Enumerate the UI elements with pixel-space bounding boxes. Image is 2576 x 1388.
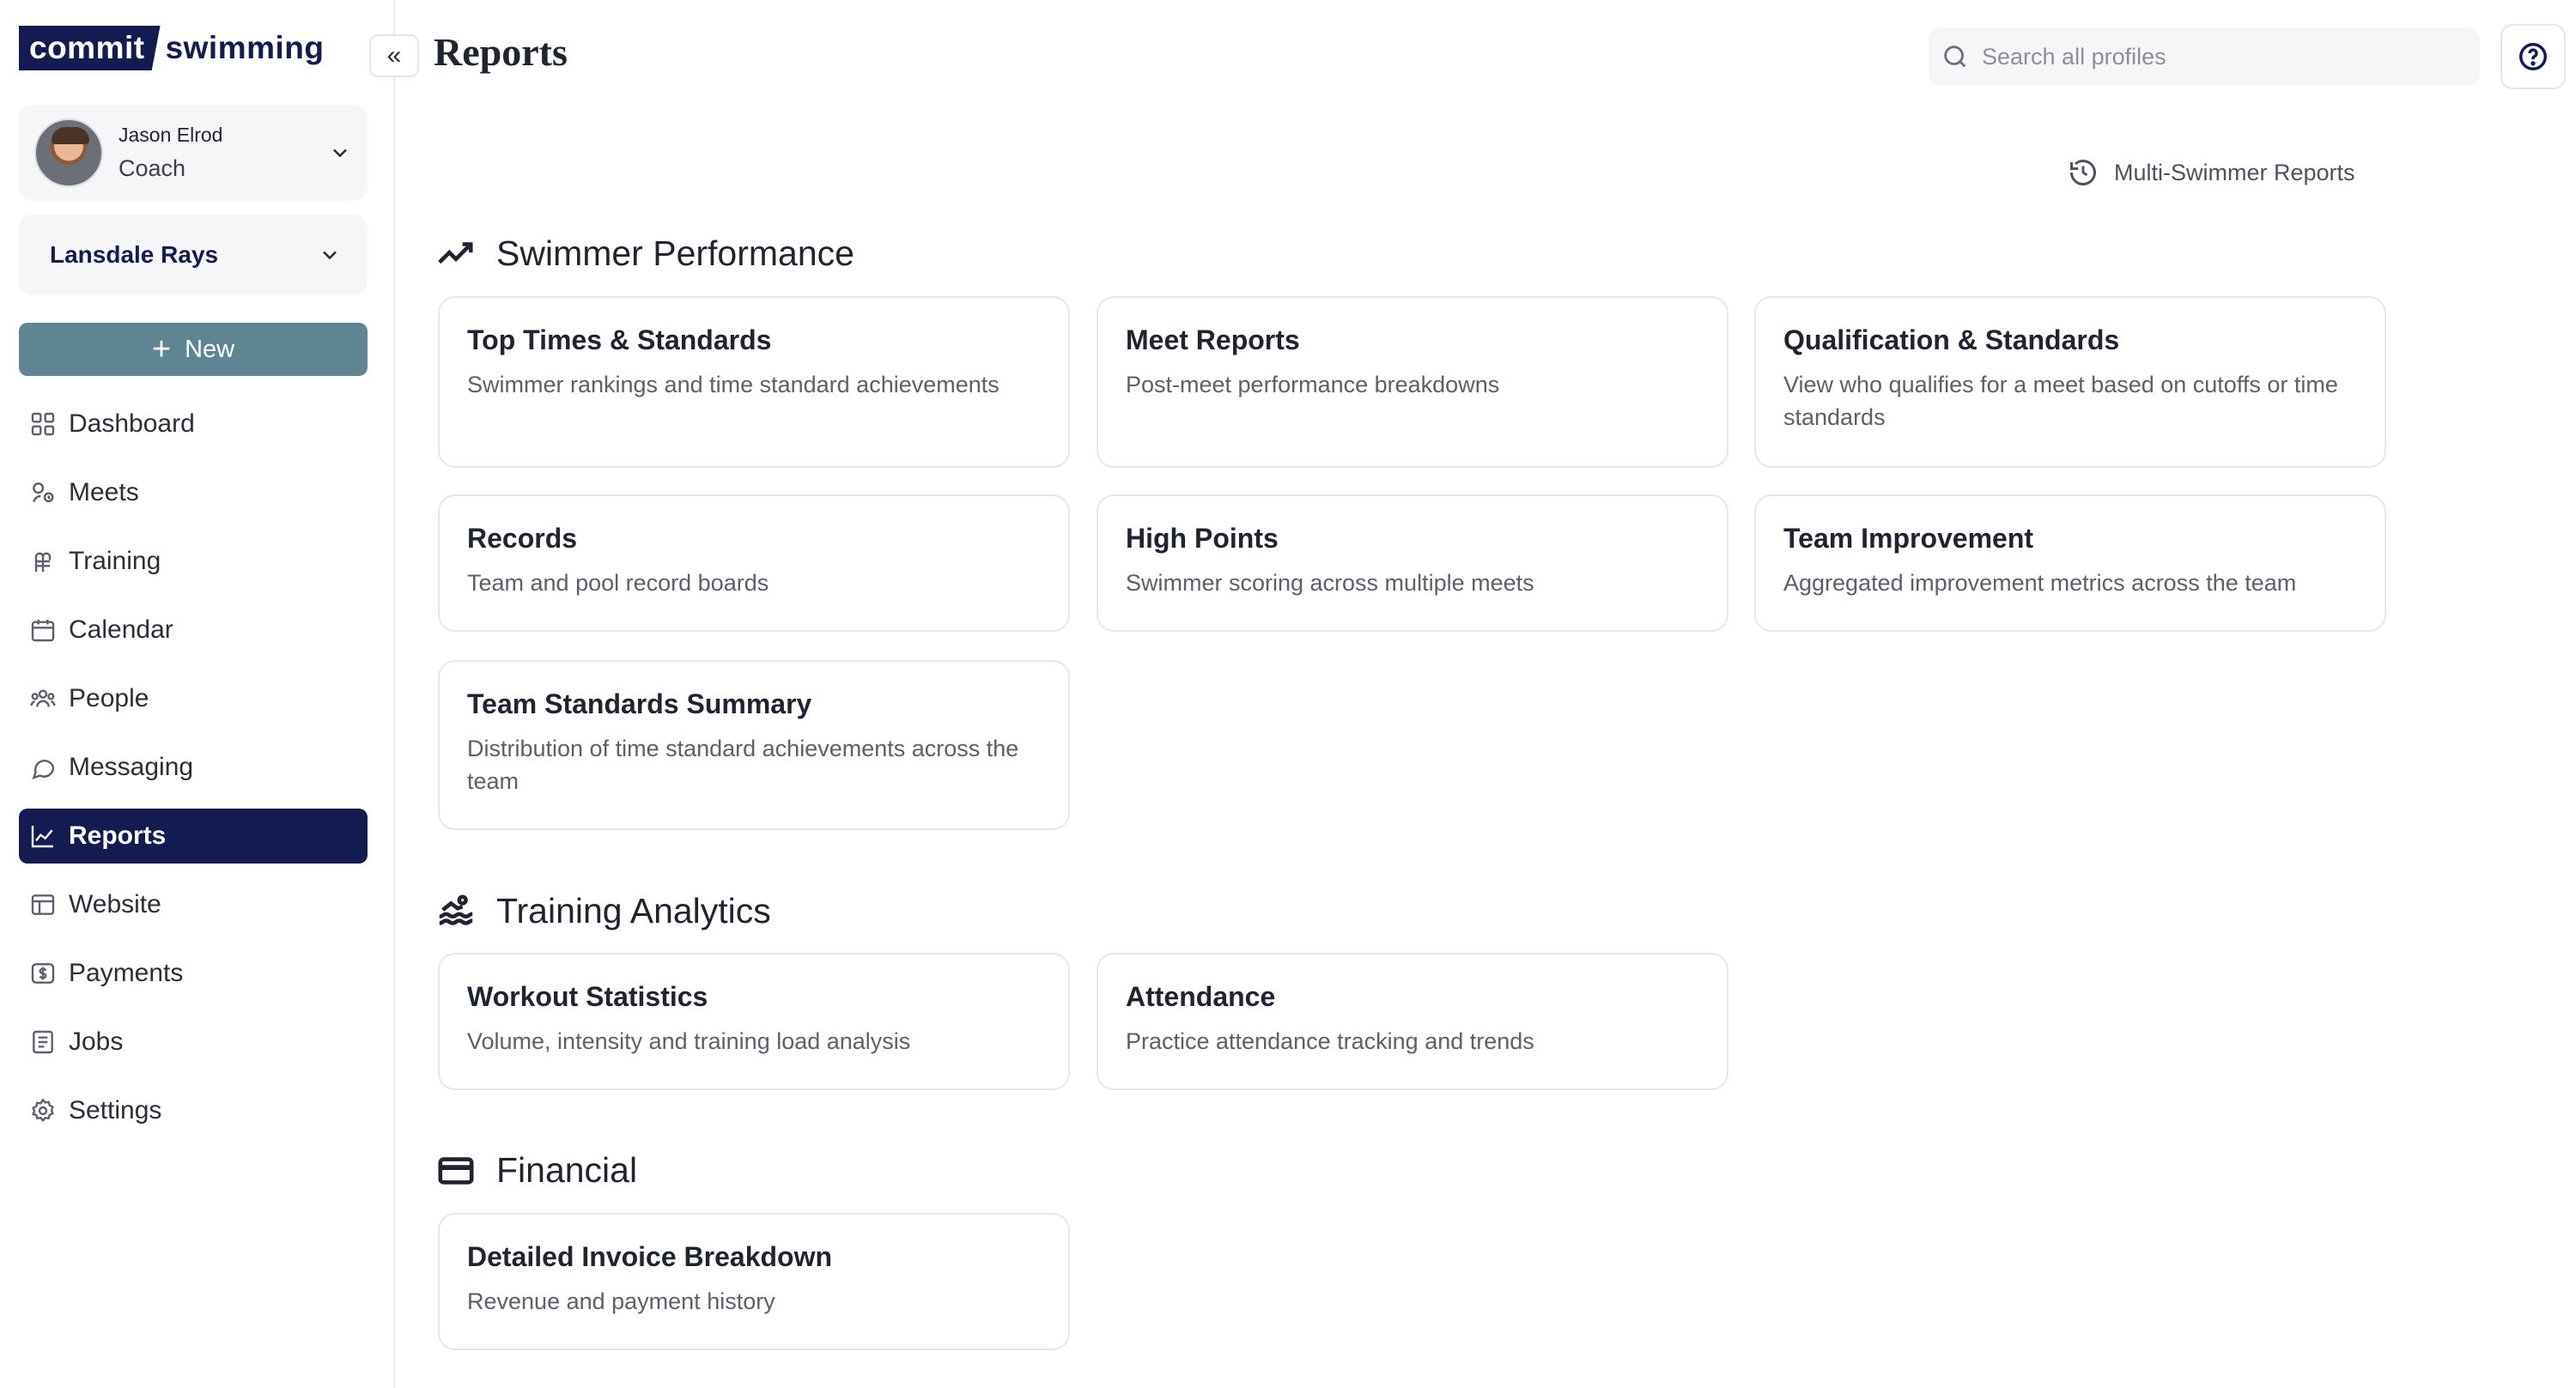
section-training-analytics: Training Analytics (436, 891, 771, 931)
section-title: Financial (496, 1150, 638, 1190)
sidebar-item-people[interactable]: People (19, 671, 368, 726)
card-description: Revenue and payment history (467, 1288, 775, 1314)
report-card-qualification[interactable]: Qualification & Standards View who quali… (1754, 296, 2386, 468)
search-input[interactable] (1982, 43, 2463, 70)
gear-icon (32, 1098, 54, 1123)
multi-swimmer-reports-link[interactable]: Multi-Swimmer Reports (2068, 157, 2355, 188)
card-title: Team Improvement (1783, 523, 2034, 554)
double-chevron-left-icon: « (386, 41, 402, 70)
chevron-down-icon (333, 148, 347, 158)
logo-wordmark: swimming (165, 30, 325, 65)
report-card-team-standards-summary[interactable]: Team Standards Summary Distribution of t… (438, 660, 1070, 830)
section-swimmer-performance: Swimmer Performance (436, 233, 854, 274)
sidebar-item-messaging[interactable]: Messaging (19, 740, 368, 795)
report-card-records[interactable]: Records Team and pool record boards (438, 494, 1070, 632)
report-card-invoice-breakdown[interactable]: Detailed Invoice Breakdown Revenue and p… (438, 1213, 1070, 1350)
swimmer-icon (439, 894, 473, 925)
sidebar: commit swimming Jason Elrod Coach Lansda… (0, 0, 395, 1388)
card-title: Qualification & Standards (1783, 324, 2120, 355)
sidebar-item-jobs[interactable]: Jobs (19, 1015, 368, 1070)
commit-swimming-logo[interactable]: commit swimming (19, 26, 325, 70)
card-title: Detailed Invoice Breakdown (467, 1241, 833, 1272)
report-card-meet-reports[interactable]: Meet Reports Post-meet performance break… (1097, 296, 1728, 468)
history-icon (2070, 160, 2096, 186)
user-role: Coach (118, 155, 186, 181)
card-title: High Points (1126, 523, 1279, 554)
report-card-high-points[interactable]: High Points Swimmer scoring across multi… (1097, 494, 1728, 632)
sidebar-item-payments[interactable]: Payments (19, 946, 368, 1001)
sidebar-item-label: People (69, 684, 149, 712)
meets-icon (33, 482, 54, 503)
card-description: Volume, intensity and training load anal… (467, 1028, 911, 1054)
sidebar-item-label: Jobs (69, 1027, 124, 1056)
trending-up-icon (438, 241, 473, 264)
sidebar-item-label: Messaging (69, 753, 194, 781)
card-description: Aggregated improvement metrics across th… (1783, 570, 2297, 596)
logo-mark: commit (19, 26, 161, 70)
people-icon (30, 689, 56, 707)
training-icon (34, 552, 52, 572)
card-description: Practice attendance tracking and trends (1126, 1028, 1534, 1054)
chart-icon (31, 826, 53, 848)
sidebar-item-reports[interactable]: Reports (19, 809, 368, 864)
sidebar-item-label: Meets (69, 478, 139, 506)
sidebar-item-meets[interactable]: Meets (19, 465, 368, 520)
sidebar-item-label: Payments (69, 959, 184, 987)
chevron-down-icon (323, 251, 337, 260)
card-description: Swimmer rankings and time standard achie… (467, 372, 999, 397)
sidebar-item-label: Reports (69, 821, 167, 850)
page-title: Reports (434, 30, 568, 74)
report-card-attendance[interactable]: Attendance Practice attendance tracking … (1097, 953, 1728, 1090)
card-title: Attendance (1126, 981, 1276, 1012)
sidebar-nav: Dashboard Meets Training Calendar People… (19, 397, 368, 1152)
card-description: Post-meet performance breakdowns (1126, 372, 1500, 397)
card-title: Records (467, 523, 578, 554)
document-icon (33, 1030, 53, 1054)
report-card-top-times[interactable]: Top Times & Standards Swimmer rankings a… (438, 296, 1070, 468)
sidebar-item-label: Website (69, 890, 161, 918)
search-icon (1944, 45, 1966, 68)
sidebar-item-settings[interactable]: Settings (19, 1083, 368, 1138)
avatar (34, 118, 103, 187)
website-icon (31, 894, 55, 915)
card-title: Meet Reports (1126, 324, 1300, 355)
sidebar-item-training[interactable]: Training (19, 534, 368, 589)
team-name: Lansdale Rays (50, 241, 219, 268)
report-card-workout-statistics[interactable]: Workout Statistics Volume, intensity and… (438, 953, 1070, 1090)
section-financial: Financial (436, 1150, 637, 1191)
dollar-icon (31, 963, 55, 984)
search-bar[interactable] (1929, 27, 2480, 86)
sidebar-item-label: Calendar (69, 615, 173, 644)
user-name: Jason Elrod (118, 124, 223, 146)
card-title: Workout Statistics (467, 981, 708, 1012)
section-title: Training Analytics (496, 891, 771, 930)
new-button-label: New (185, 335, 235, 363)
help-icon (2519, 43, 2547, 70)
sidebar-item-calendar[interactable]: Calendar (19, 603, 368, 658)
section-title: Swimmer Performance (496, 233, 854, 273)
plus-icon: + (151, 331, 172, 367)
message-icon (32, 760, 55, 779)
user-menu[interactable]: Jason Elrod Coach (19, 105, 368, 201)
card-description: Swimmer scoring across multiple meets (1126, 570, 1534, 596)
sidebar-item-label: Training (69, 547, 161, 575)
help-button[interactable] (2500, 24, 2566, 89)
sidebar-item-dashboard[interactable]: Dashboard (19, 397, 368, 452)
report-card-team-improvement[interactable]: Team Improvement Aggregated improvement … (1754, 494, 2386, 632)
card-description: Team and pool record boards (467, 570, 769, 596)
sidebar-item-website[interactable]: Website (19, 877, 368, 932)
card-description: View who qualifies for a meet based on c… (1783, 372, 2338, 430)
sidebar-item-label: Dashboard (69, 409, 195, 438)
multi-swimmer-reports-label: Multi-Swimmer Reports (2114, 159, 2355, 185)
new-button[interactable]: + New (19, 323, 368, 376)
team-selector[interactable]: Lansdale Rays (19, 215, 368, 295)
card-title: Top Times & Standards (467, 324, 772, 355)
sidebar-item-label: Settings (69, 1096, 162, 1124)
grid-icon (31, 412, 55, 436)
card-description: Distribution of time standard achievemen… (467, 736, 1019, 794)
card-title: Team Standards Summary (467, 688, 812, 719)
calendar-icon (31, 620, 55, 642)
collapse-sidebar-button[interactable]: « (369, 34, 419, 77)
credit-card-icon (438, 1156, 474, 1185)
